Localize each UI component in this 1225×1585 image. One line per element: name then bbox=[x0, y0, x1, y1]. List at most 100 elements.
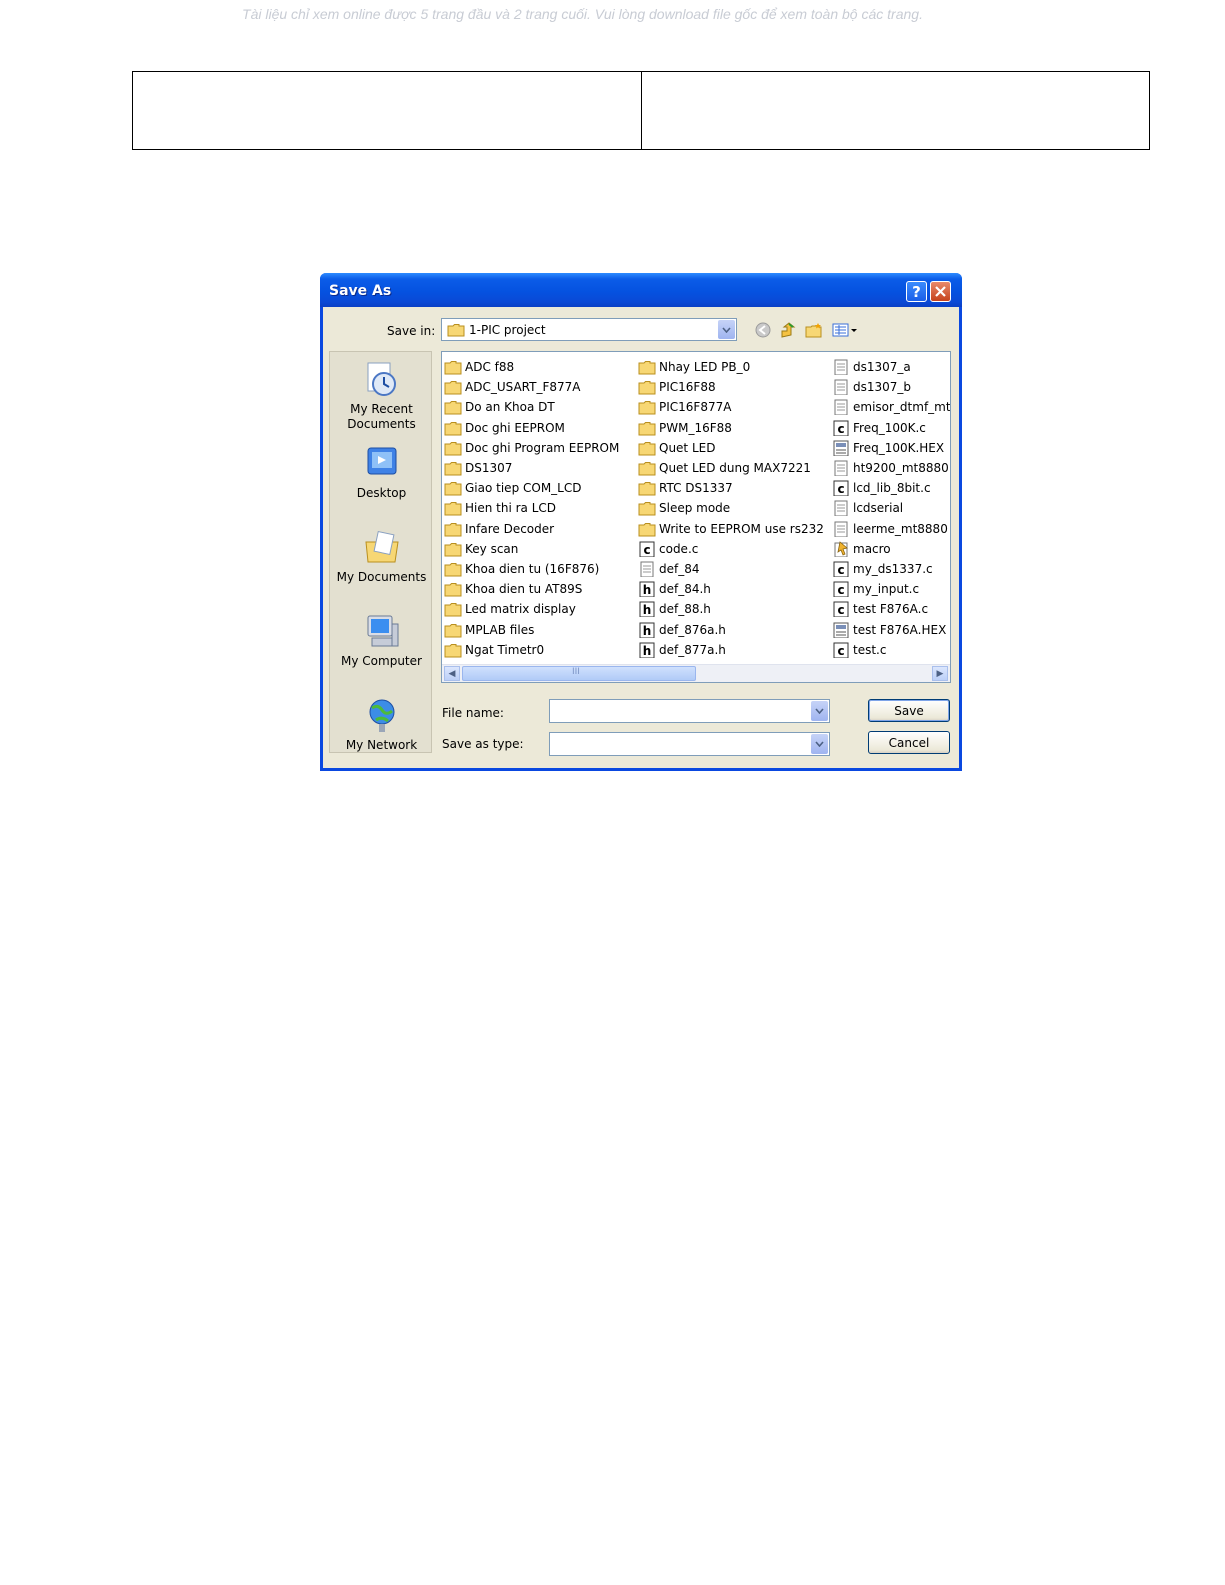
file-name: def_84.h bbox=[659, 582, 711, 597]
list-item[interactable]: MPLAB files bbox=[444, 619, 619, 639]
file-list[interactable]: ADC f88 ADC_USART_F877A Do an Khoa DT Doc g… bbox=[441, 351, 951, 683]
macro-file-icon bbox=[834, 541, 848, 557]
svg-text:c: c bbox=[837, 583, 844, 597]
folder-icon bbox=[638, 502, 656, 516]
scroll-left-button[interactable]: ◀ bbox=[444, 666, 460, 681]
text-file-icon bbox=[834, 359, 848, 376]
save-in-dropdown[interactable]: 1-PIC project bbox=[441, 318, 737, 341]
list-item[interactable]: Khoa dien tu (16F876) bbox=[444, 559, 619, 579]
horizontal-scrollbar[interactable]: ◀ III ▶ bbox=[442, 664, 950, 682]
list-item[interactable]: Write to EEPROM use rs232 bbox=[638, 519, 824, 539]
list-item[interactable]: c my_input.c bbox=[832, 579, 950, 599]
list-item[interactable]: lcdserial bbox=[832, 498, 950, 518]
folder-icon bbox=[444, 643, 462, 658]
list-item[interactable]: PIC16F88 bbox=[638, 377, 824, 397]
file-name-input[interactable] bbox=[549, 699, 830, 723]
file-name: def_877a.h bbox=[659, 642, 726, 657]
list-item[interactable]: ADC f88 bbox=[444, 357, 619, 377]
list-item[interactable]: h def_876a.h bbox=[638, 619, 824, 639]
folder-icon bbox=[638, 462, 656, 476]
list-item[interactable]: c test.c bbox=[832, 640, 950, 660]
save-as-type-dropdown[interactable] bbox=[549, 732, 830, 756]
list-item[interactable]: Khoa dien tu AT89S bbox=[444, 579, 619, 599]
chevron-left-icon: ◀ bbox=[448, 668, 456, 679]
text-file-icon bbox=[834, 521, 848, 537]
h-file-icon: h bbox=[639, 581, 655, 598]
list-item[interactable]: Doc ghi EEPROM bbox=[444, 418, 619, 438]
list-item[interactable]: macro bbox=[832, 539, 950, 559]
list-item[interactable]: Quet LED dung MAX7221 bbox=[638, 458, 824, 478]
close-button[interactable] bbox=[930, 281, 951, 302]
save-button[interactable]: Save bbox=[868, 699, 950, 722]
file-name: RTC DS1337 bbox=[659, 481, 733, 496]
file-name: macro bbox=[853, 541, 891, 556]
list-item[interactable]: ds1307_a bbox=[832, 357, 950, 377]
folder-icon bbox=[638, 522, 656, 537]
file-name: lcdserial bbox=[853, 501, 904, 516]
h-file-icon: h bbox=[639, 622, 655, 638]
file-name: test F876A.c bbox=[853, 602, 929, 617]
list-item[interactable]: Quet LED bbox=[638, 438, 824, 458]
list-item[interactable]: c lcd_lib_8bit.c bbox=[832, 478, 950, 498]
list-item[interactable]: Key scan bbox=[444, 539, 619, 559]
list-item[interactable]: test F876A.HEX bbox=[832, 619, 950, 639]
folder-icon bbox=[444, 502, 462, 516]
place-my-computer[interactable]: My Computer bbox=[330, 612, 433, 669]
file-name: ds1307_a bbox=[853, 360, 911, 375]
up-folder-icon[interactable] bbox=[779, 322, 797, 338]
list-item[interactable]: ht9200_mt8880 bbox=[832, 458, 950, 478]
list-item[interactable]: h def_88.h bbox=[638, 599, 824, 619]
list-item[interactable]: Hien thi ra LCD bbox=[444, 498, 619, 518]
new-folder-icon[interactable] bbox=[805, 322, 823, 338]
list-item[interactable]: c Freq_100K.c bbox=[832, 418, 950, 438]
chevron-down-icon[interactable] bbox=[811, 734, 828, 754]
folder-icon bbox=[444, 603, 462, 617]
help-button[interactable]: ? bbox=[906, 281, 927, 302]
list-item[interactable]: Nhay LED PB_0 bbox=[638, 357, 824, 377]
list-item[interactable]: h def_877a.h bbox=[638, 640, 824, 660]
list-item[interactable]: PWM_16F88 bbox=[638, 418, 824, 438]
folder-icon bbox=[444, 361, 462, 375]
list-item[interactable]: Sleep mode bbox=[638, 498, 824, 518]
scroll-thumb[interactable]: III bbox=[462, 666, 696, 681]
view-menu-icon[interactable] bbox=[832, 322, 858, 338]
file-name: code.c bbox=[659, 541, 699, 556]
save-as-type-label: Save as type: bbox=[442, 737, 524, 751]
list-item[interactable]: h def_84.h bbox=[638, 579, 824, 599]
table-cell-left bbox=[133, 72, 641, 149]
scroll-right-button[interactable]: ▶ bbox=[932, 666, 948, 681]
list-item[interactable]: ADC_USART_F877A bbox=[444, 377, 619, 397]
place-my-network[interactable]: My Network bbox=[330, 696, 433, 753]
list-item[interactable]: emisor_dtmf_mt88 bbox=[832, 397, 950, 417]
svg-text:c: c bbox=[837, 644, 844, 658]
list-item[interactable]: Ngat Timetr0 bbox=[444, 640, 619, 660]
list-item[interactable]: leerme_mt8880 bbox=[832, 519, 950, 539]
list-item[interactable]: Giao tiep COM_LCD bbox=[444, 478, 619, 498]
list-item[interactable]: Doc ghi Program EEPROM bbox=[444, 438, 619, 458]
my-documents-icon bbox=[364, 530, 399, 563]
list-item[interactable]: ds1307_b bbox=[832, 377, 950, 397]
list-item[interactable]: DS1307 bbox=[444, 458, 619, 478]
list-item[interactable]: c code.c bbox=[638, 539, 824, 559]
list-item[interactable]: c my_ds1337.c bbox=[832, 559, 950, 579]
file-name: def_876a.h bbox=[659, 622, 726, 637]
title-bar[interactable]: Save As ? bbox=[320, 273, 962, 307]
place-my-recent-documents[interactable]: My Recent Documents bbox=[330, 360, 433, 432]
cancel-button[interactable]: Cancel bbox=[868, 731, 950, 754]
list-item[interactable]: def_84 bbox=[638, 559, 824, 579]
list-item[interactable]: Do an Khoa DT bbox=[444, 397, 619, 417]
list-item[interactable]: Infare Decoder bbox=[444, 519, 619, 539]
back-icon[interactable] bbox=[754, 322, 772, 338]
list-item[interactable]: PIC16F877A bbox=[638, 397, 824, 417]
place-desktop[interactable]: Desktop bbox=[330, 444, 433, 501]
place-my-documents[interactable]: My Documents bbox=[330, 528, 433, 585]
chevron-down-icon[interactable] bbox=[811, 701, 828, 721]
folder-icon bbox=[444, 562, 462, 577]
list-item[interactable]: RTC DS1337 bbox=[638, 478, 824, 498]
svg-text:c: c bbox=[837, 603, 844, 617]
list-item[interactable]: Freq_100K.HEX bbox=[832, 438, 950, 458]
place-label: My Recent Documents bbox=[347, 402, 416, 431]
chevron-down-icon[interactable] bbox=[718, 320, 735, 339]
list-item[interactable]: Led matrix display bbox=[444, 599, 619, 619]
list-item[interactable]: c test F876A.c bbox=[832, 599, 950, 619]
